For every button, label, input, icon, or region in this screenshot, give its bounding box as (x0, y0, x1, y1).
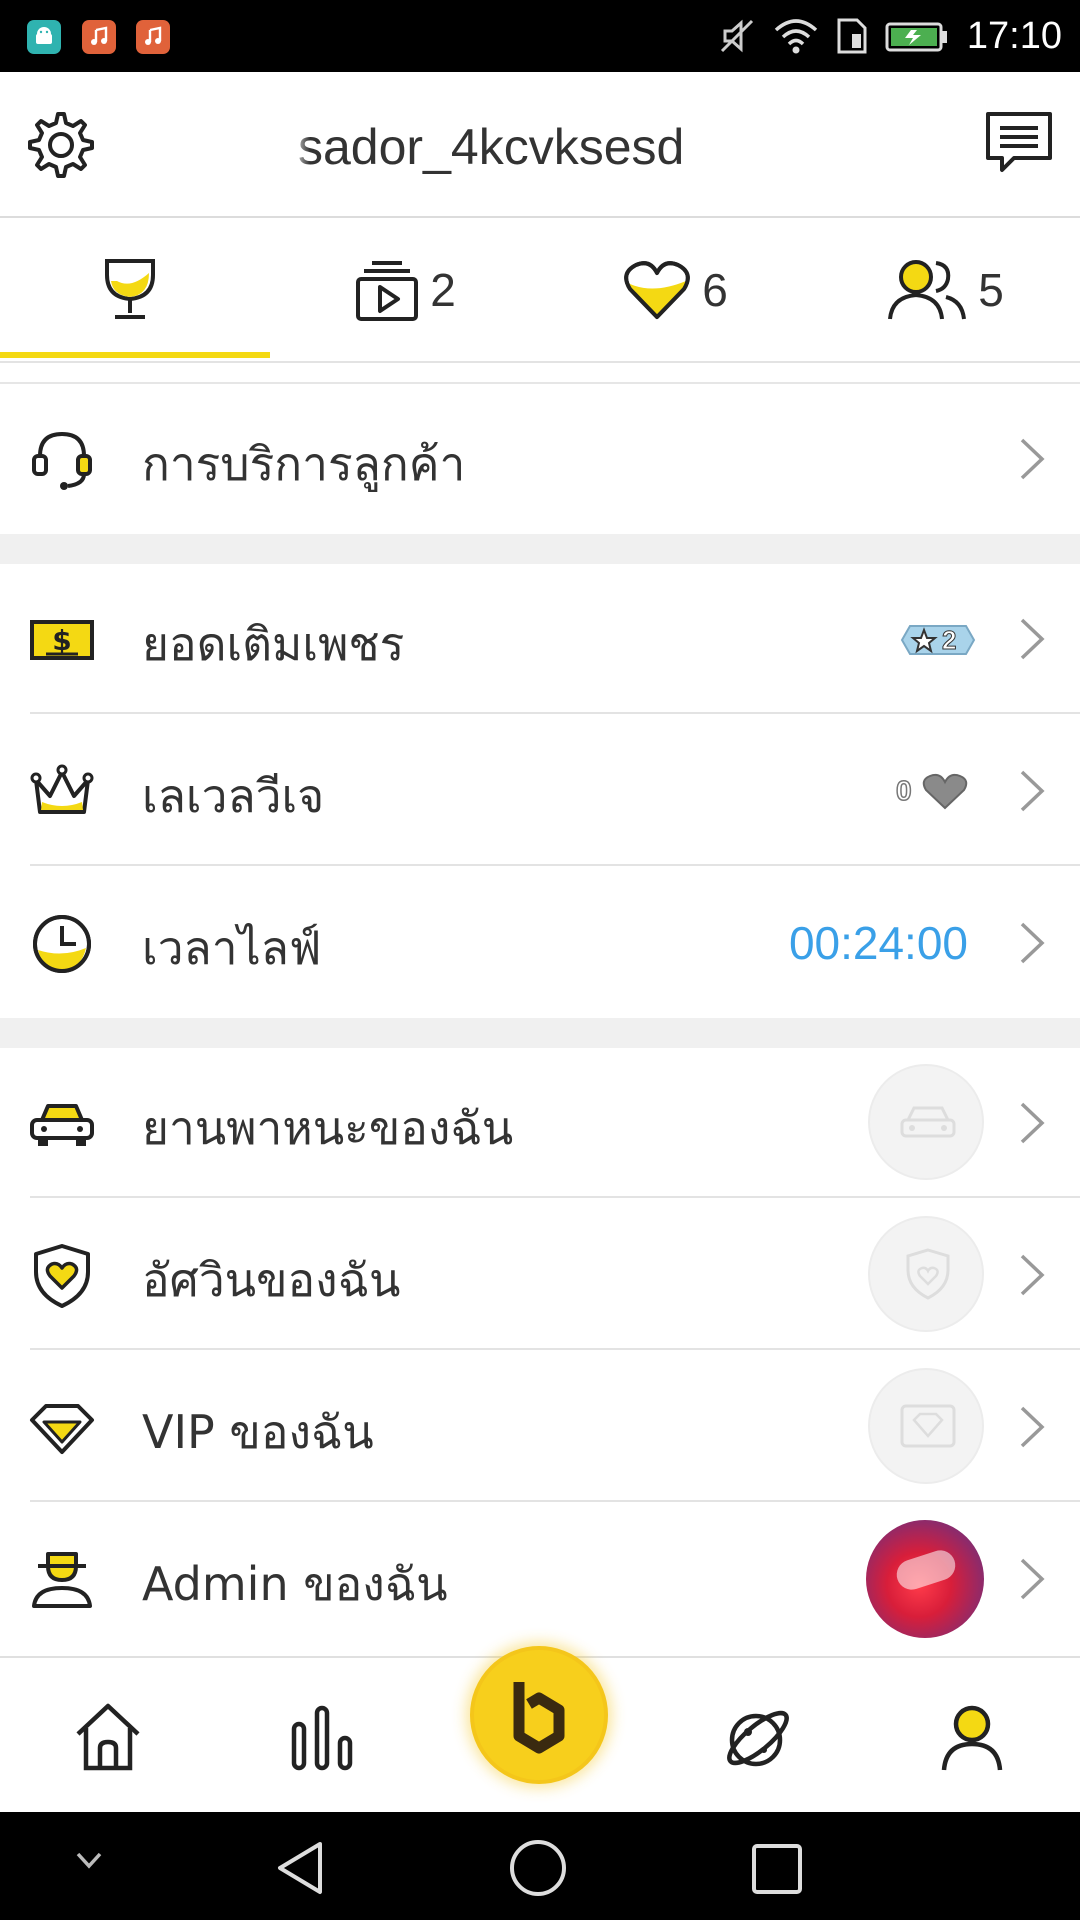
recents-icon[interactable] (750, 1842, 804, 1896)
shield-icon (906, 1248, 950, 1300)
bigo-center-button[interactable] (470, 1646, 608, 1784)
music-icon (136, 20, 170, 54)
section-gap (0, 1018, 1080, 1048)
profile-tabs: 2 6 5 (0, 218, 1080, 363)
tab-trophy[interactable] (0, 218, 270, 361)
row-separator (30, 1500, 1080, 1502)
diamond-icon (900, 1404, 956, 1448)
menu-label: เลเวลวีเจ (142, 769, 325, 823)
home-circle-icon[interactable] (508, 1838, 568, 1898)
message-icon (986, 112, 1052, 172)
messages-button[interactable] (982, 106, 1056, 180)
diamond-icon (30, 1404, 94, 1454)
tab-likes[interactable]: 6 (540, 218, 810, 361)
menu-my-guardian[interactable]: อัศวินของฉัน (0, 1200, 1080, 1350)
diamond-badge-level: 2 (941, 625, 957, 656)
back-icon[interactable] (272, 1838, 328, 1898)
sim-icon (837, 18, 867, 54)
live-time-value: 00:24:00 (788, 917, 968, 969)
status-bar: 17:10 (0, 0, 1080, 72)
profile-header: sador_4kcvksesd (0, 72, 1080, 218)
chevron-right-icon (1020, 1406, 1045, 1448)
heart-icon (624, 260, 691, 319)
svg-text:$: $ (52, 624, 71, 657)
wifi-icon (774, 19, 818, 54)
menu-label: การบริการลูกค้า (142, 437, 466, 491)
chevron-right-icon (1020, 770, 1045, 812)
row-separator (30, 1348, 1080, 1350)
tab-videos[interactable]: 2 (270, 218, 540, 361)
username-title: sador_4kcvksesd (298, 119, 685, 175)
chevron-right-icon (1020, 1254, 1045, 1296)
menu-live-time[interactable]: เวลาไลฟ์ 00:24:00 (0, 868, 1080, 1018)
people-icon (888, 259, 967, 319)
trophy-icon (105, 258, 155, 319)
menu-customer-service[interactable]: การบริการลูกค้า (0, 384, 1080, 534)
diamond-level-badge: 2 (894, 620, 982, 660)
nav-home[interactable] (68, 1698, 148, 1778)
menu-my-admin[interactable]: Admin ของฉัน (0, 1504, 1080, 1654)
ranking-icon (291, 1705, 353, 1771)
clock-icon (33, 915, 91, 973)
vip-placeholder (868, 1368, 984, 1484)
menu-label: เวลาไลฟ์ (142, 921, 322, 975)
menu-label: VIP ของฉัน (142, 1405, 374, 1459)
tab-followers-count: 5 (978, 263, 1004, 316)
music-icon (82, 20, 116, 54)
headset-icon (32, 431, 92, 490)
menu-label: ยอดเติมเพชร (142, 617, 405, 671)
profile-icon (941, 1705, 1003, 1771)
vj-level-badge: 0 (894, 772, 970, 812)
menu-my-vip[interactable]: VIP ของฉัน (0, 1352, 1080, 1502)
chevron-right-icon (1020, 438, 1045, 480)
clock: 17:10 (966, 14, 1062, 57)
row-separator (30, 864, 1080, 866)
section-gap (0, 534, 1080, 564)
gear-icon (28, 112, 94, 178)
battery-icon (885, 22, 947, 52)
explore-planet-icon (727, 1710, 789, 1767)
settings-button[interactable] (24, 108, 98, 182)
nav-profile[interactable] (932, 1698, 1012, 1778)
tab-videos-count: 2 (430, 263, 456, 316)
chevron-right-icon (1020, 1558, 1045, 1600)
admin-user-icon (32, 1552, 92, 1608)
system-navigation-bar (0, 1812, 1080, 1920)
guardian-placeholder (868, 1216, 984, 1332)
car-icon (30, 1104, 94, 1146)
tab-followers[interactable]: 5 (810, 218, 1080, 361)
mute-icon (720, 19, 753, 53)
menu-label: อัศวินของฉัน (142, 1253, 401, 1307)
video-stack-icon (356, 260, 419, 321)
chevron-right-icon (1020, 922, 1045, 964)
home-icon (76, 1703, 140, 1771)
shield-heart-icon (34, 1244, 90, 1308)
chevron-down-icon[interactable] (74, 1850, 104, 1872)
crown-icon (30, 764, 94, 814)
nav-explore[interactable] (718, 1698, 798, 1778)
menu-diamond-topup[interactable]: $ ยอดเติมเพชร 2 (0, 564, 1080, 714)
menu-label: ยานพาหนะของฉัน (142, 1101, 514, 1155)
car-icon (900, 1106, 956, 1138)
menu-vj-level[interactable]: เลเวลวีเจ 0 (0, 716, 1080, 866)
bottom-navigation (0, 1646, 1080, 1814)
row-separator (30, 712, 1080, 714)
active-tab-indicator (0, 352, 270, 358)
bigo-center-icon (513, 1682, 565, 1754)
menu-label: Admin ของฉัน (142, 1557, 448, 1611)
nav-ranking[interactable] (282, 1698, 362, 1778)
row-separator (30, 1196, 1080, 1198)
title-fade (290, 118, 310, 178)
vj-level-value: 0 (895, 774, 912, 807)
menu-my-vehicle[interactable]: ยานพาหนะของฉัน (0, 1048, 1080, 1198)
cash-icon: $ (30, 620, 94, 660)
chevron-right-icon (1020, 1102, 1045, 1144)
vehicle-placeholder (868, 1064, 984, 1180)
tab-likes-count: 6 (702, 263, 728, 316)
android-icon (27, 20, 61, 54)
admin-avatar (866, 1520, 984, 1638)
chevron-right-icon (1020, 618, 1045, 660)
